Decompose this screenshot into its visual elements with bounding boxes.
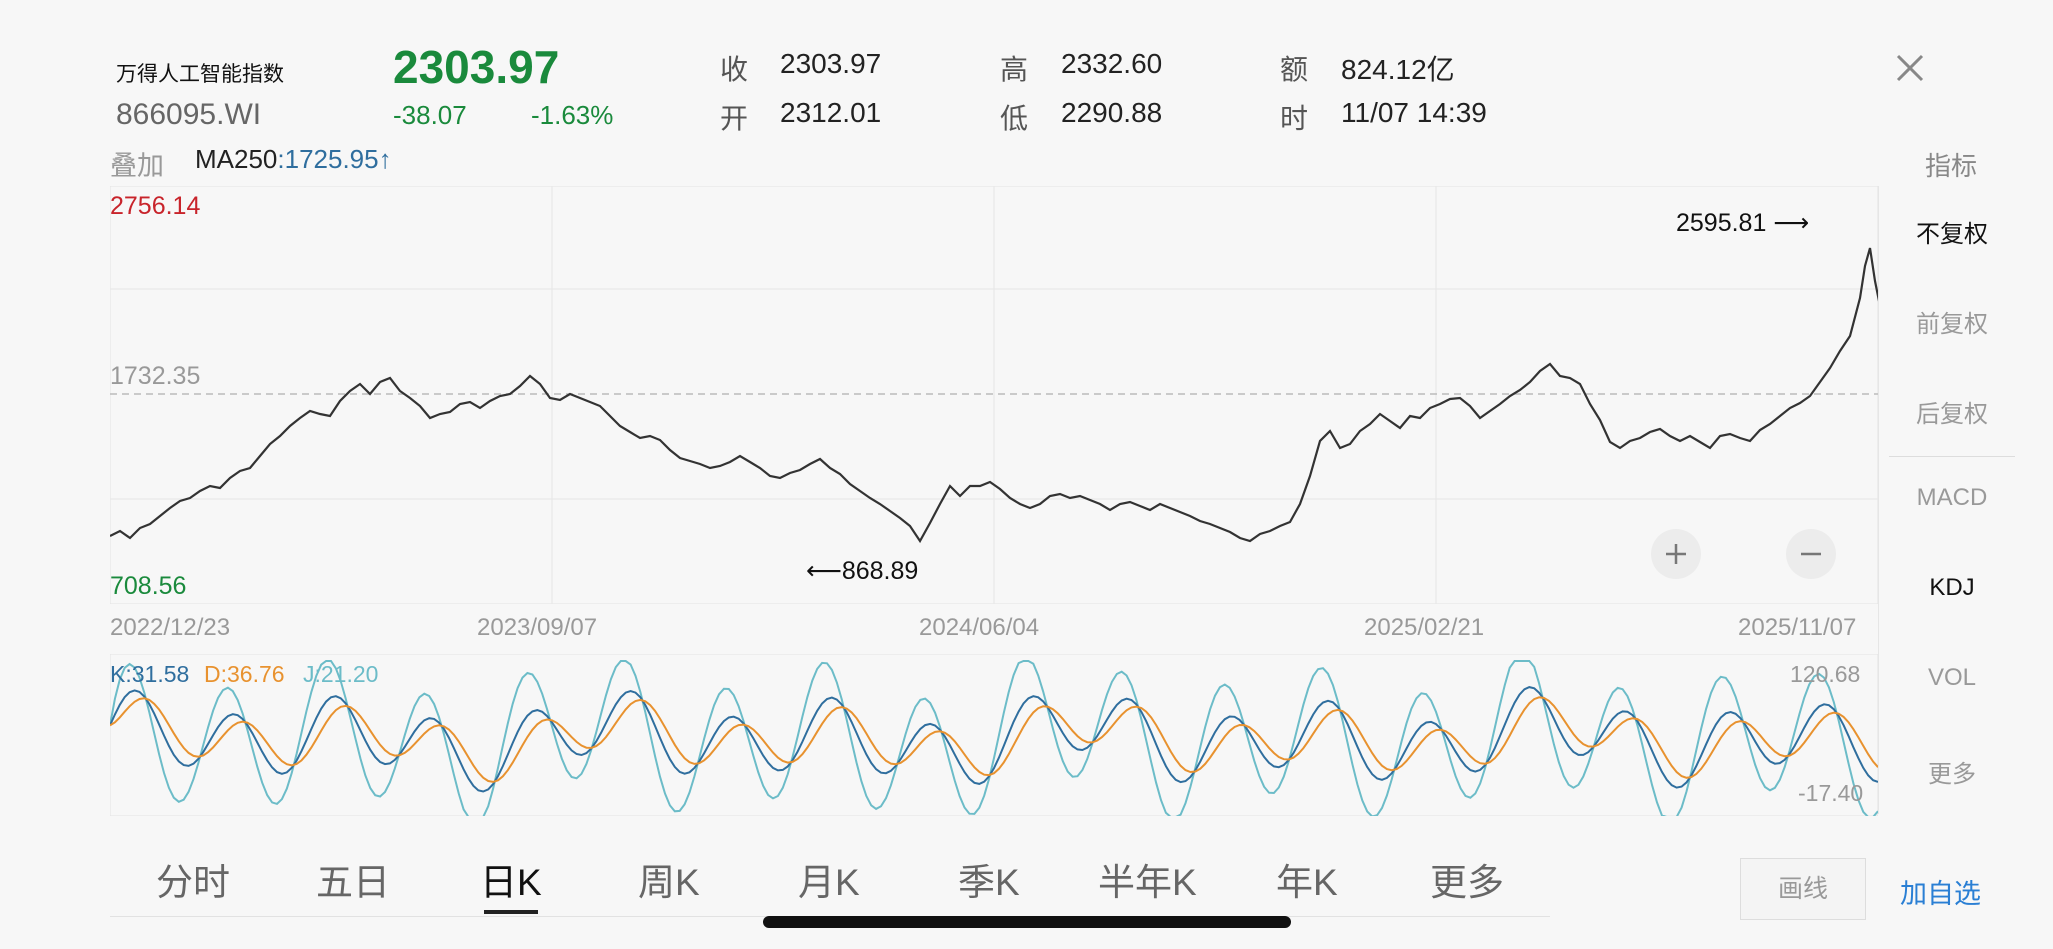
price-max-label: 2756.14 [110,192,201,220]
open-label: 开 [720,103,749,134]
kdj-d-label: D:36.76 [204,661,285,687]
zoom-out-button[interactable] [1786,529,1836,579]
time-value: 11/07 14:39 [1341,97,1487,128]
date-label: 2025/11/07 [1738,614,1857,641]
amount-label: 额 [1280,54,1309,85]
tab-daily-k[interactable]: 日K [480,852,542,906]
side-item-macd[interactable]: MACD [1879,484,2025,512]
indicator-header[interactable]: 指标 [1925,146,1977,183]
tab-quarterly-k[interactable]: 季K [958,852,1020,906]
ma250-label: MA250 [195,144,278,174]
side-item-more[interactable]: 更多 [1879,754,2025,789]
ma250-value: :1725.95 [277,144,379,174]
price-mid-label: 1732.35 [110,362,201,390]
tab-weekly-k[interactable]: 周K [638,852,700,906]
tab-intraday[interactable]: 分时 [156,852,230,906]
kdj-top-label: 120.68 [1790,661,1861,687]
low-value: 2290.88 [1061,97,1163,128]
high-label: 高 [1000,54,1029,85]
arrow-up-icon: ↑ [378,144,392,174]
side-item-forward-adjust[interactable]: 前复权 [1879,304,2025,339]
draw-line-button[interactable]: 画线 [1740,858,1866,920]
low-label: 低 [1000,103,1029,134]
side-divider [1889,456,2015,457]
kdj-j-label: J:21.20 [303,661,379,687]
low-annotation: ⟵868.89 [806,557,919,585]
price-change: -38.07 [393,100,467,130]
date-label: 2023/09/07 [477,614,598,641]
close-icon [1896,54,1924,82]
close-button[interactable] [1890,48,1930,88]
side-item-kdj[interactable]: KDJ [1879,574,2025,602]
tab-more[interactable]: 更多 [1430,852,1504,906]
date-label: 2025/02/21 [1364,614,1485,641]
price-chart[interactable] [110,186,1878,604]
plus-icon [1666,544,1686,564]
price-min-label: 708.56 [110,572,187,600]
time-label: 时 [1280,103,1309,134]
kdj-k-label: K:31.58 [110,661,190,687]
overlay-button[interactable]: 叠加 [110,144,164,183]
tab-half-year-k[interactable]: 半年K [1098,852,1197,906]
side-panel: 不复权 前复权 后复权 MACD KDJ VOL 更多 [1878,186,2025,814]
zoom-in-button[interactable] [1651,529,1701,579]
tab-five-day[interactable]: 五日 [316,852,390,906]
side-item-vol[interactable]: VOL [1879,664,2025,692]
tab-yearly-k[interactable]: 年K [1276,852,1338,906]
open-value: 2312.01 [780,97,882,128]
add-watchlist-button[interactable]: 加自选 [1900,872,1981,911]
date-label: 2022/12/23 [110,614,231,641]
kdj-bottom-label: -17.40 [1798,780,1864,806]
high-value: 2332.60 [1061,48,1163,79]
ma250-indicator: MA250:1725.95↑ [195,144,392,175]
side-item-backward-adjust[interactable]: 后复权 [1879,394,2025,429]
home-indicator [763,916,1291,928]
active-tab-indicator [484,910,538,914]
tab-monthly-k[interactable]: 月K [798,852,860,906]
amount-value: 824.12亿 [1341,54,1455,85]
high-annotation: 2595.81 ⟶ [1676,209,1810,237]
index-name: 万得人工智能指数 [116,63,284,86]
close-value: 2303.97 [780,48,882,79]
side-item-no-adjust[interactable]: 不复权 [1879,214,2025,249]
date-label: 2024/06/04 [919,614,1040,641]
minus-icon [1801,552,1821,556]
index-code: 866095.WI [116,98,262,131]
price-change-pct: -1.63% [531,100,614,130]
current-price: 2303.97 [393,41,560,93]
close-label: 收 [720,54,749,85]
